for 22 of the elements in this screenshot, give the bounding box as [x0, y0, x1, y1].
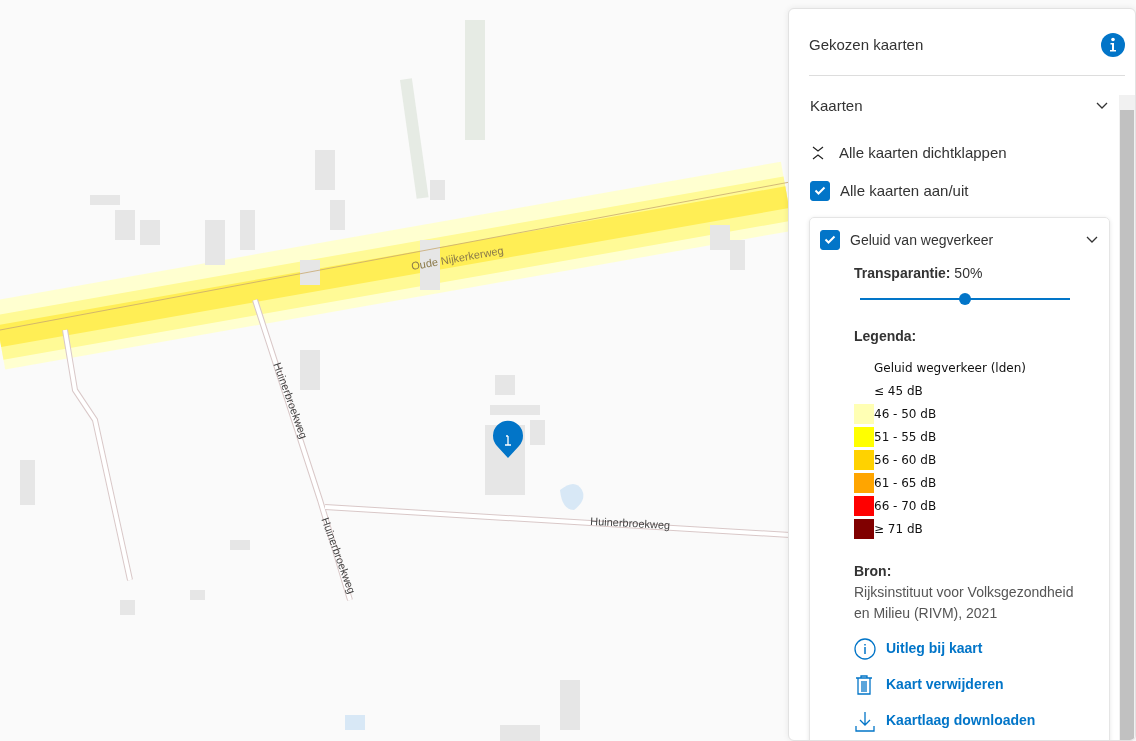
legend-label: 61 - 65 dB — [874, 475, 937, 492]
source-text: Rijksinstituut voor Volksgezondheid en Milieu (RIVM), 2021 — [854, 582, 1075, 623]
section-title[interactable]: Kaarten — [810, 95, 863, 118]
checkbox-label[interactable]: Alle kaarten aan/uit — [840, 180, 969, 203]
link[interactable]: Kaart verwijderen — [854, 673, 1004, 696]
panel-title: Gekozen kaarten — [809, 36, 924, 54]
street-label: Oude Nijkerkerweg — [410, 244, 505, 273]
legend-title: Legenda: — [854, 326, 918, 346]
collapse-all-button[interactable]: Alle kaarten dichtklappen — [811, 141, 1007, 164]
legend-label: ≤ 45 dB — [874, 383, 923, 400]
link[interactable]: Uitleg bij kaart — [854, 637, 983, 660]
legend-label: Geluid wegverkeer (lden) — [874, 360, 1026, 377]
layer-title[interactable]: Geluid van wegverkeer — [850, 229, 1075, 251]
legend-label: 51 - 55 dB — [874, 429, 937, 446]
legend-label: 66 - 70 dB — [874, 498, 937, 515]
street-label: Huinerbroekweg — [589, 514, 671, 532]
link[interactable]: Kaartlaag downloaden — [854, 709, 1036, 732]
legend-label: ≥ 71 dB — [874, 521, 923, 538]
transparency-label: Transparantie: 50% — [854, 263, 984, 283]
source-title: Bron: — [854, 561, 893, 581]
legend-label: 56 - 60 dB — [874, 452, 937, 469]
legend-label: 46 - 50 dB — [874, 406, 937, 423]
